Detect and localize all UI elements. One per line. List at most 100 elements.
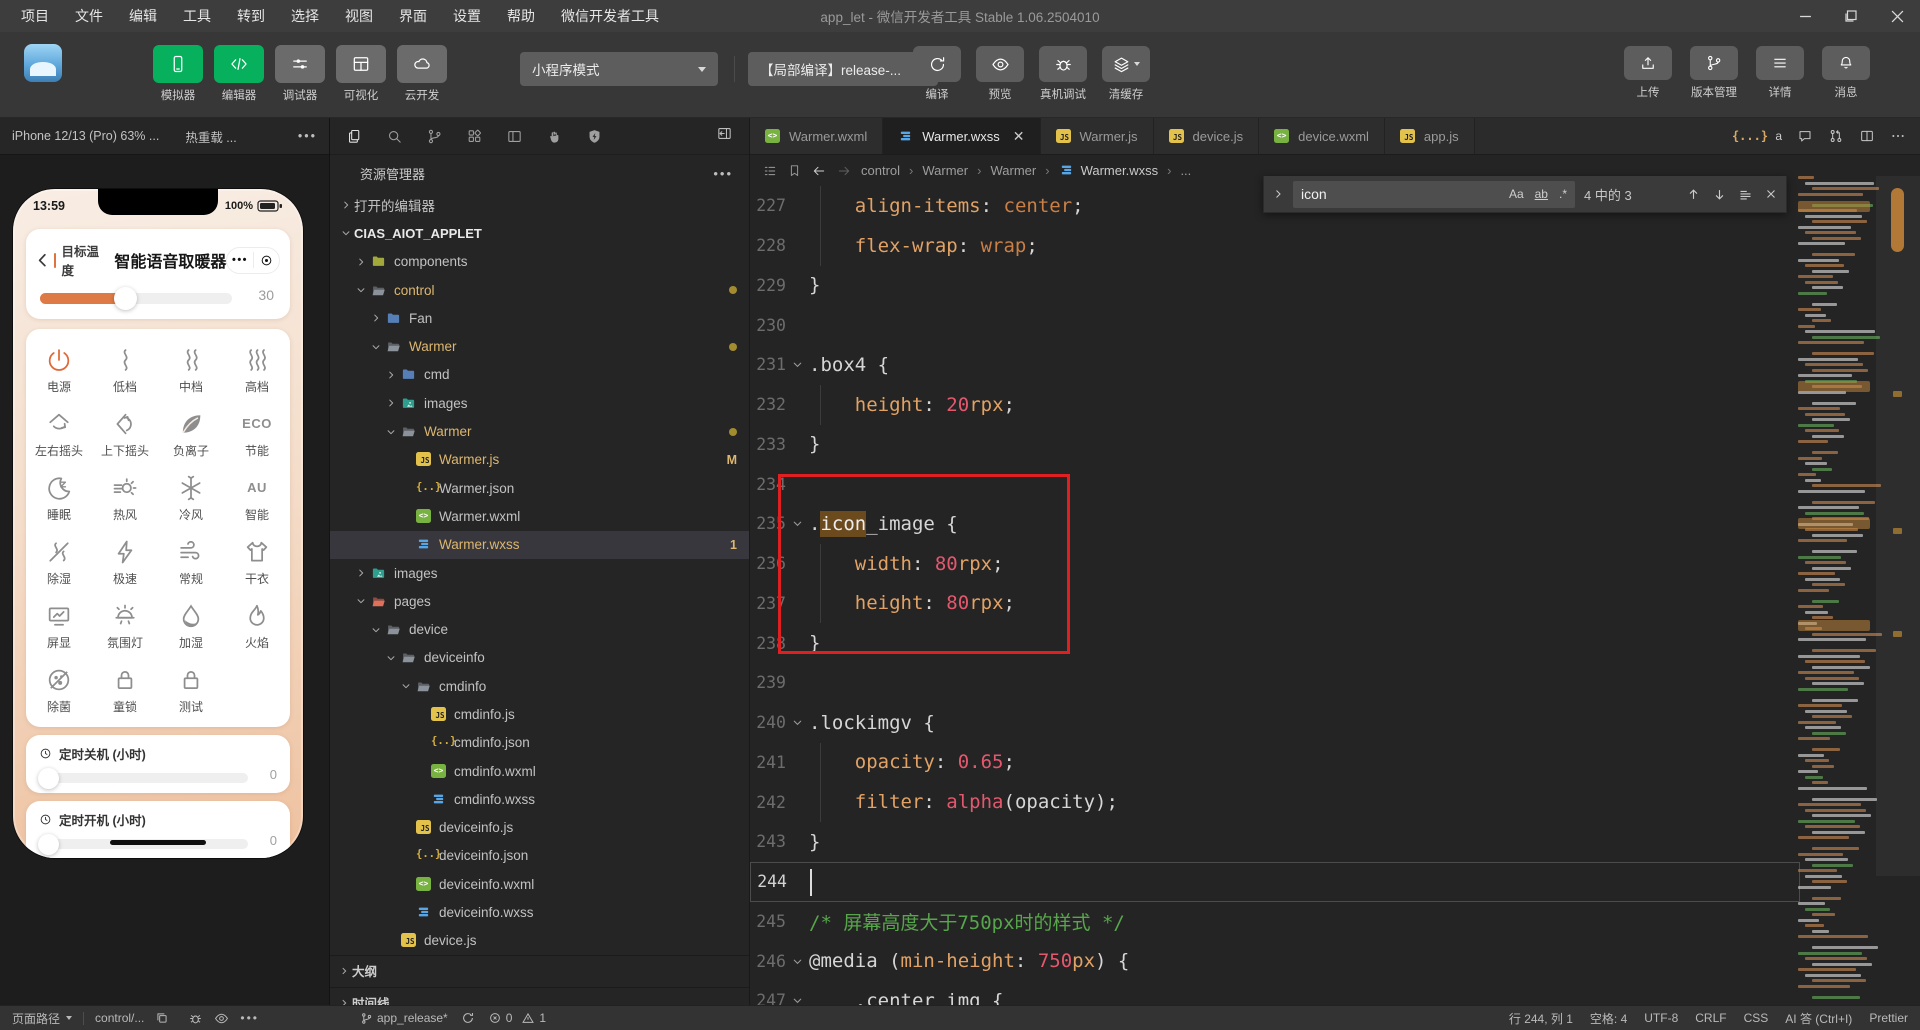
function-button-7[interactable]: ECO 节能 <box>224 402 290 466</box>
menu-item-0[interactable]: 项目 <box>8 0 62 32</box>
tree-item-deviceinfo-wxml[interactable]: <> deviceinfo.wxml <box>330 870 749 898</box>
current-page-path[interactable]: control/... <box>95 1011 144 1025</box>
tree-item-device-js[interactable]: JS device.js <box>330 927 749 955</box>
menu-item-8[interactable]: 设置 <box>440 0 494 32</box>
code-line-229[interactable]: 229 } <box>750 266 1800 306</box>
function-button-8[interactable]: 睡眠 <box>26 466 92 530</box>
code-editor[interactable]: 227 align-items: center; 228 flex-wrap: … <box>750 186 1800 1005</box>
close-tab-icon[interactable]: ✕ <box>1013 128 1025 145</box>
collapse-sidebar-icon[interactable] <box>716 125 733 142</box>
tab-Warmer.js[interactable]: JS Warmer.js <box>1040 118 1154 154</box>
code-line-230[interactable]: 230 <box>750 305 1800 345</box>
fold-chevron-icon[interactable] <box>786 358 809 371</box>
chevron-expand-replace-icon[interactable] <box>1272 188 1284 200</box>
hot-reload-toggle[interactable]: 热重载 ... <box>185 127 236 146</box>
preview-eye-icon[interactable] <box>214 1011 229 1026</box>
copy-path-icon[interactable] <box>155 1011 169 1025</box>
tree-item-deviceinfo-js[interactable]: JS deviceinfo.js <box>330 814 749 842</box>
function-button-14[interactable]: 常规 <box>158 530 224 594</box>
tree-item-deviceinfo[interactable]: deviceinfo <box>330 644 749 672</box>
next-match-icon[interactable] <box>1712 187 1727 202</box>
slider-thumb[interactable] <box>114 287 138 310</box>
function-button-10[interactable]: 冷风 <box>158 466 224 530</box>
menu-item-2[interactable]: 编辑 <box>116 0 170 32</box>
tree-item-cmd[interactable]: cmd <box>330 361 749 389</box>
function-button-19[interactable]: 火焰 <box>224 594 290 658</box>
extensions-icon[interactable] <box>466 128 483 145</box>
avatar[interactable] <box>24 44 62 82</box>
function-button-3[interactable]: 高档 <box>224 338 290 402</box>
menu-item-1[interactable]: 文件 <box>62 0 116 32</box>
layout-icon[interactable] <box>506 128 523 145</box>
breadcrumb-item-1[interactable]: Warmer <box>922 163 968 178</box>
source-control-icon[interactable] <box>426 128 443 145</box>
menu-item-7[interactable]: 界面 <box>386 0 440 32</box>
code-line-246[interactable]: 246 @media (min-height: 750px) { <box>750 941 1800 981</box>
device-debug-button[interactable] <box>1039 46 1087 82</box>
slider-thumb[interactable] <box>38 768 59 789</box>
compile-select[interactable]: 【局部编译】release-... <box>748 52 938 86</box>
find-in-selection-icon[interactable] <box>1738 187 1753 202</box>
visualize-button[interactable] <box>336 45 386 83</box>
fold-chevron-icon[interactable] <box>786 517 809 530</box>
function-button-5[interactable]: 上下摇头 <box>92 402 158 466</box>
function-button-17[interactable]: 氛围灯 <box>92 594 158 658</box>
status-item-3[interactable]: CRLF <box>1695 1011 1726 1025</box>
device-selector[interactable]: iPhone 12/13 (Pro) 63% ... <box>12 129 159 143</box>
find-input[interactable] <box>1301 186 1451 202</box>
tree-item-cmdinfo-wxml[interactable]: <> cmdinfo.wxml <box>330 757 749 785</box>
pull-request-icon[interactable] <box>1828 128 1844 144</box>
function-button-15[interactable]: 干衣 <box>224 530 290 594</box>
menu-item-4[interactable]: 转到 <box>224 0 278 32</box>
tree-item-control[interactable]: control <box>330 276 749 304</box>
mode-select[interactable]: 小程序模式 <box>520 52 718 86</box>
slider-thumb[interactable] <box>38 834 59 855</box>
function-button-9[interactable]: 热风 <box>92 466 158 530</box>
fold-chevron-icon[interactable] <box>786 994 809 1005</box>
tree-item-cmdinfo-wxss[interactable]: cmdinfo.wxss <box>330 785 749 813</box>
tree-item-fan[interactable]: Fan <box>330 304 749 332</box>
comment-icon[interactable] <box>1797 128 1813 144</box>
code-line-242[interactable]: 242 filter: alpha(opacity); <box>750 782 1800 822</box>
breadcrumb-item-4[interactable]: ... <box>1180 163 1191 178</box>
function-button-11[interactable]: AU 智能 <box>224 466 290 530</box>
menu-item-10[interactable]: 微信开发者工具 <box>548 0 672 32</box>
code-line-232[interactable]: 232 height: 20rpx; <box>750 384 1800 425</box>
cloud-dev-button[interactable] <box>397 45 447 83</box>
scrollbar[interactable] <box>1876 176 1920 1005</box>
files-icon[interactable] <box>346 128 363 145</box>
timer-slider[interactable] <box>38 768 248 789</box>
shield-icon[interactable] <box>586 128 603 145</box>
tree-item-deviceinfo-wxss[interactable]: deviceinfo.wxss <box>330 898 749 926</box>
code-line-228[interactable]: 228 flex-wrap: wrap; <box>750 225 1800 266</box>
git-branch-indicator[interactable]: app_release* <box>360 1011 448 1025</box>
code-line-237[interactable]: 237 height: 80rpx; <box>750 583 1800 624</box>
sync-icon[interactable] <box>461 1011 475 1025</box>
status-item-0[interactable]: 行 244, 列 1 <box>1509 1010 1573 1027</box>
tab-app.js[interactable]: JS app.js <box>1384 118 1475 154</box>
debug-icon[interactable] <box>188 1011 203 1026</box>
status-item-5[interactable]: AI 答 (Ctrl+I) <box>1785 1010 1852 1027</box>
search-icon[interactable] <box>386 128 403 145</box>
code-line-245[interactable]: 245 /* 屏幕高度大于750px时的样式 */ <box>750 902 1800 942</box>
tree-item-images-control[interactable]: images <box>330 389 749 417</box>
tree-item-warmer-wxss[interactable]: Warmer.wxss 1 <box>330 530 749 559</box>
tree-item-open-editors[interactable]: 打开的编辑器 <box>330 191 749 219</box>
simulator-more-button[interactable]: ••• <box>298 129 317 143</box>
upload-button[interactable] <box>1624 46 1672 80</box>
tree-item-cmdinfo-json[interactable]: {..} cmdinfo.json <box>330 729 749 757</box>
close-find-icon[interactable] <box>1764 187 1778 201</box>
tree-item-project-root[interactable]: CIAS_AIOT_APPLET <box>330 219 749 247</box>
code-line-241[interactable]: 241 opacity: 0.65; <box>750 742 1800 783</box>
function-button-18[interactable]: 加湿 <box>158 594 224 658</box>
menu-item-9[interactable]: 帮助 <box>494 0 548 32</box>
tab-device.wxml[interactable]: <> device.wxml <box>1259 118 1385 154</box>
split-editor-icon[interactable] <box>1859 128 1875 144</box>
status-item-1[interactable]: 空格: 4 <box>1590 1010 1627 1027</box>
breadcrumb-item-0[interactable]: control <box>861 163 900 178</box>
function-button-6[interactable]: 负离子 <box>158 402 224 466</box>
more-icon[interactable] <box>1890 128 1906 144</box>
hand-icon[interactable] <box>546 128 563 145</box>
simulator-button[interactable] <box>153 45 203 83</box>
outline-section[interactable]: 大纲 <box>330 955 749 985</box>
